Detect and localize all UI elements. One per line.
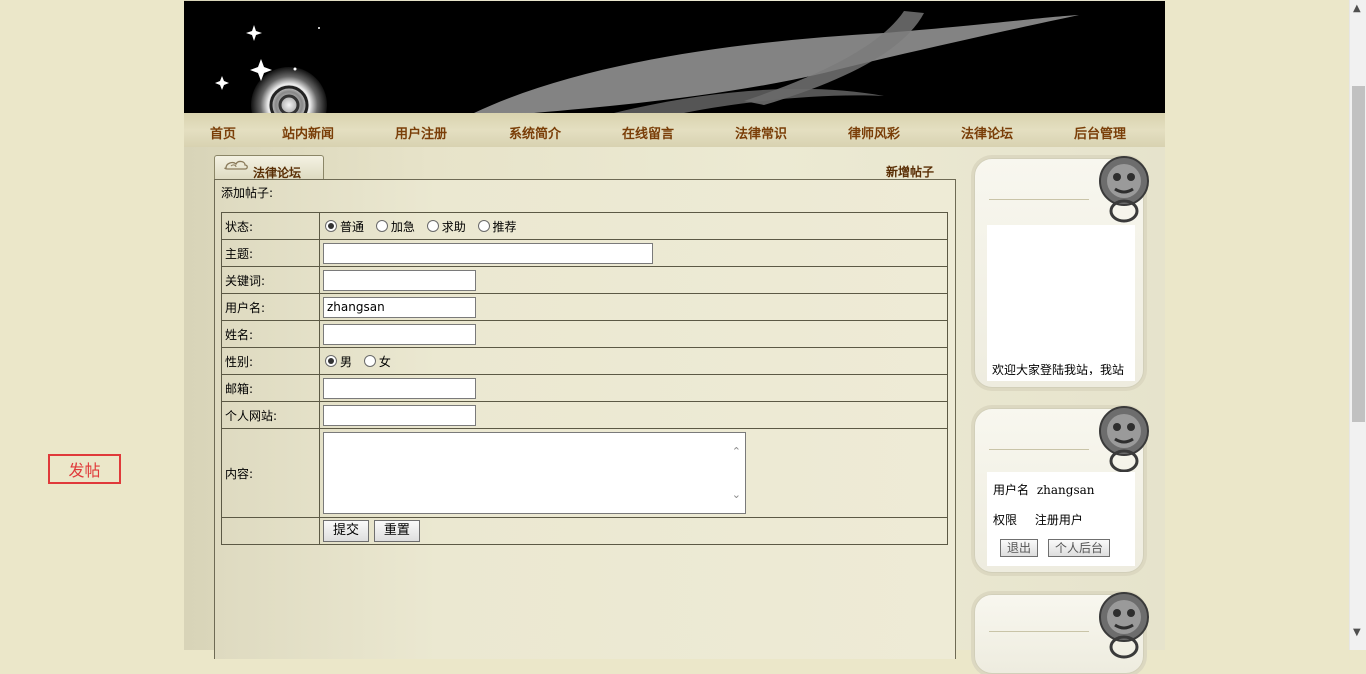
- main-nav: 首页 站内新闻 用户注册 系统简介 在线留言 法律常识 律师风彩 法律论坛 后台…: [184, 113, 1165, 147]
- nav-home[interactable]: 首页: [210, 123, 236, 142]
- page-scrollbar[interactable]: ▲ ▼: [1349, 0, 1366, 650]
- banner-image: [184, 1, 1165, 113]
- nav-lawyer-style[interactable]: 律师风彩: [848, 123, 900, 142]
- status-radio-recommend[interactable]: [477, 219, 490, 232]
- username-row-label: 用户名 zhangsan: [993, 481, 1095, 498]
- status-radio-urgent[interactable]: [375, 219, 388, 232]
- name-row: 姓名:: [221, 320, 948, 348]
- subject-label: 主题:: [221, 239, 320, 267]
- status-row: 状态: 普通 加急 求助 推荐: [221, 212, 948, 240]
- website-row: 个人网站:: [221, 401, 948, 429]
- divider-line: [989, 631, 1089, 632]
- nav-online-message[interactable]: 在线留言: [622, 123, 674, 142]
- subject-row: 主题:: [221, 239, 948, 267]
- gender-option-label: 女: [378, 354, 391, 369]
- scroll-down-icon[interactable]: ▼: [1353, 628, 1361, 638]
- username-row: 用户名: zhangsan: [221, 293, 948, 321]
- email-row: 邮箱:: [221, 374, 948, 402]
- subject-input[interactable]: [323, 242, 653, 264]
- scroll-thumb[interactable]: [1352, 86, 1365, 422]
- status-option-label: 推荐: [492, 219, 517, 234]
- gender-radio-male[interactable]: [325, 354, 337, 367]
- user-role-value: 注册用户: [1034, 513, 1083, 527]
- content-row: 内容: ⌃ ⌄: [221, 428, 948, 518]
- user-username-value: zhangsan: [1036, 483, 1095, 497]
- user-role-label: 权限: [993, 513, 1018, 527]
- user-username-label: 用户名: [993, 483, 1030, 497]
- nav-site-news[interactable]: 站内新闻: [282, 123, 334, 142]
- status-option-label: 求助: [441, 219, 466, 234]
- website-label: 个人网站:: [221, 401, 320, 429]
- gender-label: 性别:: [221, 347, 320, 375]
- divider-line: [989, 449, 1089, 450]
- door-knocker-icon: [1099, 592, 1149, 659]
- status-options: 普通 加急 求助 推荐: [319, 212, 948, 240]
- sidebar-box-3: [974, 592, 1149, 674]
- door-knocker-icon: [1099, 156, 1149, 223]
- content-label: 内容:: [221, 428, 320, 518]
- status-radio-help[interactable]: [426, 219, 439, 232]
- nav-legal-knowledge[interactable]: 法律常识: [735, 123, 787, 142]
- announcement-box: 欢迎大家登陆我站，我站: [974, 156, 1149, 388]
- role-row: 权限 注册用户: [993, 511, 1083, 528]
- actions-row: 提交 重置: [221, 517, 948, 545]
- user-info-box: 用户名 zhangsan 权限 注册用户 退出 个人后台: [974, 406, 1149, 573]
- actions-label-cell: [221, 517, 320, 545]
- nav-legal-forum[interactable]: 法律论坛: [961, 123, 1013, 142]
- reset-button[interactable]: 重置: [373, 520, 420, 542]
- gender-option-label: 男: [340, 354, 353, 369]
- username-label: 用户名:: [221, 293, 320, 321]
- name-label: 姓名:: [221, 320, 320, 348]
- keyword-input[interactable]: [323, 269, 476, 291]
- add-post-title: 添加帖子:: [221, 186, 274, 200]
- status-option-label: 加急: [390, 219, 415, 234]
- keyword-row: 关键词:: [221, 266, 948, 294]
- post-form-table: 状态: 普通 加急 求助 推荐 主题: 关键词: 用户名: zhangsan 姓…: [221, 212, 948, 545]
- logout-button[interactable]: 退出: [1000, 539, 1039, 557]
- gender-radio-female[interactable]: [363, 354, 376, 367]
- tab-legal-forum[interactable]: 法律论坛: [214, 155, 324, 180]
- gender-row: 性别: 男 女: [221, 347, 948, 375]
- banner-art: [215, 11, 1079, 113]
- new-post-link[interactable]: 新增帖子: [886, 163, 934, 180]
- submit-button[interactable]: 提交: [323, 520, 370, 542]
- nav-system-intro[interactable]: 系统简介: [509, 123, 561, 142]
- page-container: 首页 站内新闻 用户注册 系统简介 在线留言 法律常识 律师风彩 法律论坛 后台…: [184, 0, 1165, 674]
- door-knocker-icon: [1099, 406, 1149, 473]
- status-label: 状态:: [221, 212, 320, 240]
- status-option-label: 普通: [340, 219, 365, 234]
- chevron-up-icon[interactable]: ⌃: [732, 445, 741, 458]
- website-input[interactable]: [323, 404, 476, 426]
- nav-user-register[interactable]: 用户注册: [395, 123, 447, 142]
- keyword-label: 关键词:: [221, 266, 320, 294]
- chevron-down-icon[interactable]: ⌄: [732, 488, 741, 501]
- nav-admin[interactable]: 后台管理: [1074, 123, 1126, 142]
- cloud-icon: [224, 160, 248, 170]
- name-input[interactable]: [323, 323, 476, 345]
- username-input[interactable]: zhangsan: [323, 296, 476, 318]
- divider-line: [989, 199, 1089, 200]
- email-input[interactable]: [323, 377, 476, 399]
- status-radio-normal[interactable]: [325, 219, 337, 232]
- welcome-text: 欢迎大家登陆我站，我站: [992, 363, 1125, 375]
- content-textarea[interactable]: ⌃ ⌄: [323, 432, 746, 514]
- email-label: 邮箱:: [221, 374, 320, 402]
- personal-center-button[interactable]: 个人后台: [1048, 539, 1111, 557]
- forum-content-box: 添加帖子: 状态: 普通 加急 求助 推荐 主题: 关键词: 用户名: zhan…: [214, 179, 956, 659]
- float-post-button[interactable]: 发帖: [48, 454, 121, 484]
- scroll-up-icon[interactable]: ▲: [1353, 4, 1361, 14]
- announcement-area: [987, 225, 1135, 381]
